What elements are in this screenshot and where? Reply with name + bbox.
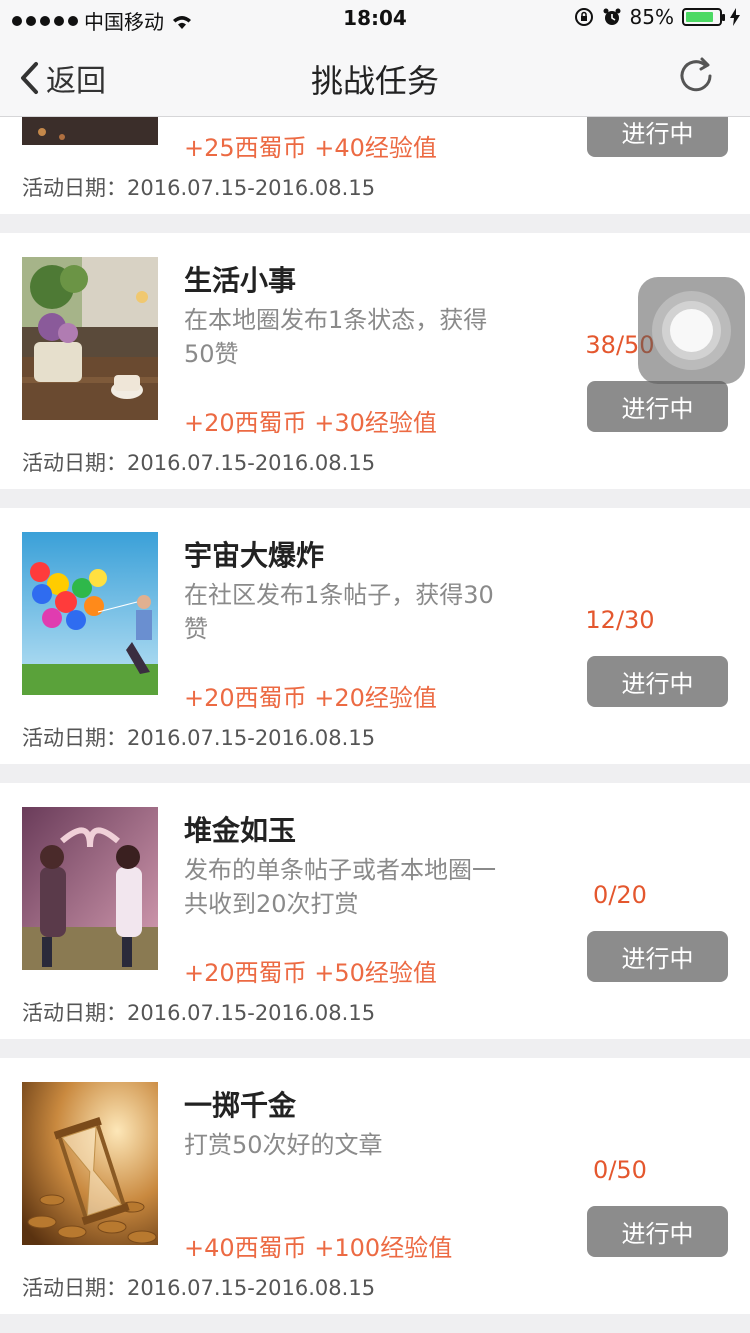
- task-reward: +20西蜀币 +20经验值: [184, 684, 437, 712]
- task-title: 堆金如玉: [184, 814, 297, 847]
- task-reward: +25西蜀币 +40经验值: [184, 134, 437, 162]
- status-bar: 中国移动 18:04 85%: [0, 0, 750, 38]
- nav-bar: 返回 挑战任务: [0, 38, 750, 116]
- task-status-button[interactable]: 进行中: [587, 931, 728, 982]
- task-date: 活动日期：2016.07.15-2016.08.15: [22, 1276, 376, 1300]
- rotation-lock-icon: [574, 8, 593, 26]
- battery-icon: [682, 8, 725, 26]
- page-title: 挑战任务: [310, 62, 439, 100]
- assistive-touch-button[interactable]: [638, 277, 745, 384]
- task-progress: 12/30: [585, 606, 655, 634]
- task-status-button[interactable]: 进行中: [587, 656, 728, 707]
- battery-fill: [686, 12, 713, 22]
- task-thumbnail: [22, 807, 158, 970]
- task-description: 打赏50次好的文章: [184, 1131, 383, 1159]
- task-reward: +40西蜀币 +100经验值: [184, 1234, 453, 1262]
- status-right: 85%: [574, 5, 740, 29]
- battery-percent: 85%: [629, 5, 674, 29]
- task-card[interactable]: 堆金如玉 发布的单条帖子或者本地圈一共收到20次打赏 +20西蜀币 +50经验值…: [0, 783, 750, 1039]
- task-date: 活动日期：2016.07.15-2016.08.15: [22, 1001, 376, 1025]
- task-thumbnail: [22, 257, 158, 420]
- task-date: 活动日期：2016.07.15-2016.08.15: [22, 726, 376, 750]
- task-date: 活动日期：2016.07.15-2016.08.15: [22, 176, 376, 200]
- task-status-button[interactable]: 进行中: [587, 1206, 728, 1257]
- task-status-button[interactable]: 进行中: [587, 381, 728, 432]
- header: 中国移动 18:04 85% 返回 挑战任务: [0, 0, 750, 117]
- task-progress: 0/50: [593, 1156, 647, 1184]
- task-description: 在本地圈发布1条状态，获得50赞: [184, 306, 488, 368]
- task-card[interactable]: 宇宙大爆炸 在社区发布1条帖子，获得30赞 +20西蜀币 +20经验值 12/3…: [0, 508, 750, 764]
- task-date: 活动日期：2016.07.15-2016.08.15: [22, 451, 376, 475]
- task-title: 生活小事: [184, 264, 297, 297]
- task-reward: +20西蜀币 +30经验值: [184, 409, 437, 437]
- task-description: 在社区发布1条帖子，获得30赞: [184, 581, 494, 643]
- task-thumbnail: [22, 1082, 158, 1245]
- task-reward: +20西蜀币 +50经验值: [184, 959, 437, 987]
- task-progress: 0/20: [593, 881, 647, 909]
- alarm-icon: [603, 8, 621, 25]
- task-card[interactable]: 一掷千金 打赏50次好的文章 +40西蜀币 +100经验值 0/50 进行中 活…: [0, 1058, 750, 1314]
- task-description: 发布的单条帖子或者本地圈一共收到20次打赏: [184, 856, 496, 918]
- charging-icon: [730, 8, 740, 26]
- task-title: 宇宙大爆炸: [184, 539, 325, 572]
- task-title: 一掷千金: [184, 1089, 297, 1122]
- refresh-icon[interactable]: [674, 54, 718, 98]
- task-thumbnail: [22, 532, 158, 695]
